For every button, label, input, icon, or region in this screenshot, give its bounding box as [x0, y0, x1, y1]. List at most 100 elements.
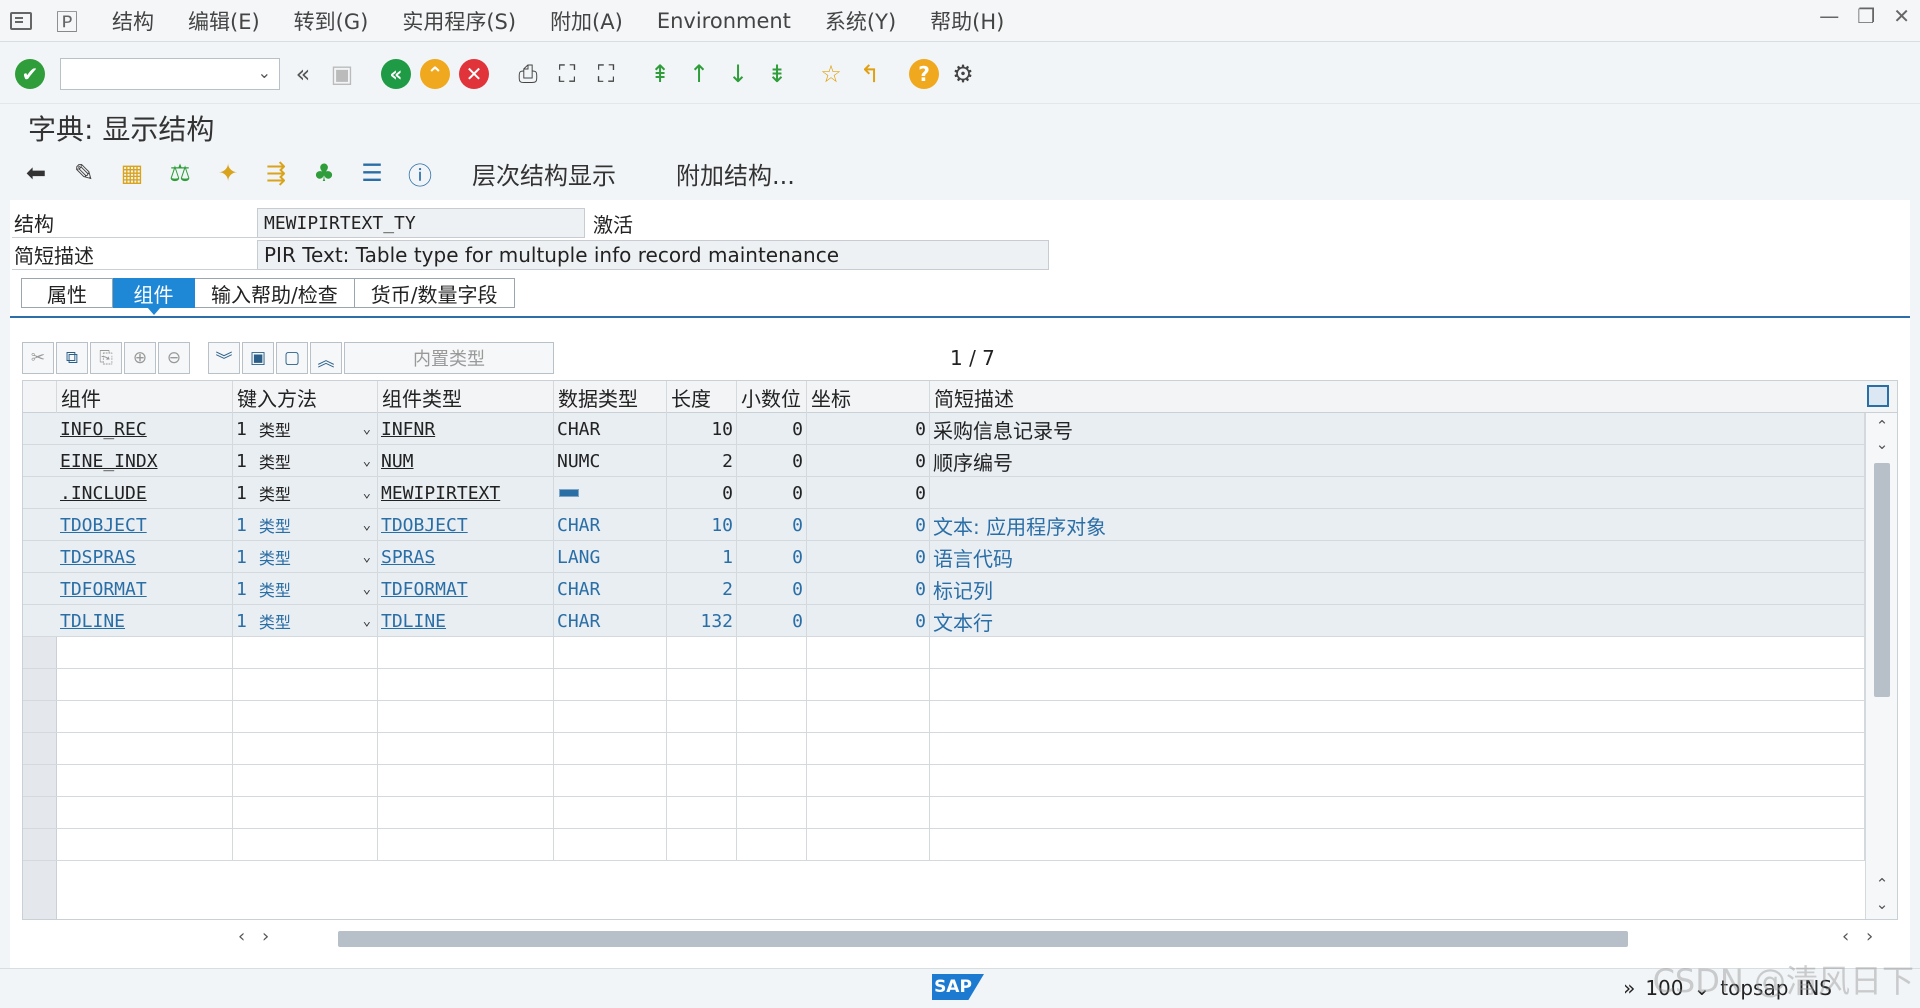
cell-typing-method[interactable]	[233, 637, 378, 669]
menu-extras[interactable]: 附加(A)	[550, 6, 623, 36]
cell-typing-method[interactable]: 1 类型 ⌄	[233, 541, 378, 573]
cell-component[interactable]: TDOBJECT	[57, 509, 233, 541]
cell-decimals[interactable]	[737, 701, 807, 733]
cell-component-type[interactable]	[378, 829, 554, 861]
header-typing-method[interactable]: 键入方法	[233, 381, 378, 413]
cell-typing-method[interactable]: 1 类型 ⌄	[233, 573, 378, 605]
cell-coordinate[interactable]	[807, 765, 930, 797]
cell-data-type[interactable]	[554, 829, 667, 861]
shortcut-icon[interactable]: ↰	[854, 58, 886, 90]
cell-length[interactable]: 0	[667, 477, 737, 509]
table-row[interactable]	[23, 669, 1865, 701]
cell-decimals[interactable]: 0	[737, 605, 807, 637]
cell-short-description[interactable]: 顺序编号	[930, 445, 1865, 477]
cell-short-description[interactable]: 语言代码	[930, 541, 1865, 573]
cell-short-description[interactable]	[930, 477, 1865, 509]
first-page-icon[interactable]: ⇞	[644, 58, 676, 90]
find-next-icon[interactable]: ⛶	[590, 58, 622, 90]
other-object-icon[interactable]: ▦	[116, 157, 148, 189]
scroll-left-icon[interactable]: ‹	[238, 926, 245, 947]
cell-component[interactable]	[57, 733, 233, 765]
cell-short-description[interactable]	[930, 637, 1865, 669]
header-decimals[interactable]: 小数位	[737, 381, 807, 413]
cell-short-description[interactable]: 文本: 应用程序对象	[930, 509, 1865, 541]
cell-data-type[interactable]: CHAR	[554, 573, 667, 605]
back-double-icon[interactable]: «	[287, 58, 319, 90]
help-icon[interactable]: ?	[908, 58, 940, 90]
chevron-down-icon[interactable]: ⌄	[258, 63, 271, 82]
cell-decimals[interactable]: 0	[737, 541, 807, 573]
chevron-down-icon[interactable]: ⌄	[363, 613, 371, 629]
cell-coordinate[interactable]	[807, 637, 930, 669]
table-row[interactable]: TDFORMAT 1 类型 ⌄ TDFORMAT CHAR 2 0 0 标记列	[23, 573, 1865, 605]
cell-data-type[interactable]	[554, 797, 667, 829]
cell-component[interactable]	[57, 797, 233, 829]
cell-typing-method[interactable]: 1 类型 ⌄	[233, 445, 378, 477]
table-row[interactable]	[23, 765, 1865, 797]
header-short-description[interactable]: 简短描述	[930, 381, 1865, 413]
tab-components[interactable]: 组件	[113, 278, 195, 315]
cell-coordinate[interactable]: 0	[807, 413, 930, 445]
cell-component-type[interactable]: SPRAS	[378, 541, 554, 573]
display-change-icon[interactable]: ✎	[68, 157, 100, 189]
cell-data-type[interactable]: CHAR	[554, 605, 667, 637]
cell-length[interactable]: 10	[667, 413, 737, 445]
cell-length[interactable]	[667, 797, 737, 829]
deselect-icon[interactable]: ▢	[276, 342, 308, 374]
chevron-down-icon[interactable]: ⌄	[363, 581, 371, 597]
cell-short-description[interactable]	[930, 797, 1865, 829]
cell-data-type[interactable]	[554, 637, 667, 669]
cell-typing-method[interactable]	[233, 733, 378, 765]
cell-data-type[interactable]: NUMC	[554, 445, 667, 477]
cell-data-type[interactable]	[554, 765, 667, 797]
table-row[interactable]: TDSPRAS 1 类型 ⌄ SPRAS LANG 1 0 0 语言代码	[23, 541, 1865, 573]
cell-data-type[interactable]	[554, 669, 667, 701]
cell-decimals[interactable]: 0	[737, 445, 807, 477]
cell-short-description[interactable]: 标记列	[930, 573, 1865, 605]
cell-length[interactable]	[667, 669, 737, 701]
desc-field[interactable]: PIR Text: Table type for multuple info r…	[257, 240, 1049, 270]
cell-length[interactable]: 1	[667, 541, 737, 573]
create-session-icon[interactable]: ☆	[815, 58, 847, 90]
pin-icon[interactable]: 🄿	[56, 5, 78, 37]
find-icon[interactable]: ⛶	[551, 58, 583, 90]
cell-length[interactable]	[667, 829, 737, 861]
scroll-down-icon[interactable]: ⌄	[1866, 435, 1897, 453]
cell-component[interactable]	[57, 637, 233, 669]
cell-component-type[interactable]	[378, 797, 554, 829]
cell-short-description[interactable]	[930, 829, 1865, 861]
save-icon[interactable]: ▣	[326, 58, 358, 90]
cell-coordinate[interactable]	[807, 669, 930, 701]
cell-component[interactable]: EINE_INDX	[57, 445, 233, 477]
cell-decimals[interactable]	[737, 669, 807, 701]
cell-component[interactable]: TDFORMAT	[57, 573, 233, 605]
table-row[interactable]	[23, 637, 1865, 669]
cell-component-type[interactable]: TDFORMAT	[378, 573, 554, 605]
enter-icon[interactable]: ✔	[14, 58, 46, 90]
cell-data-type[interactable]	[554, 477, 667, 509]
table-row[interactable]: .INCLUDE 1 类型 ⌄ MEWIPIRTEXT 0 0 0	[23, 477, 1865, 509]
cell-decimals[interactable]: 0	[737, 573, 807, 605]
header-length[interactable]: 长度	[667, 381, 737, 413]
restore-icon[interactable]: ❐	[1857, 4, 1875, 28]
cell-length[interactable]: 132	[667, 605, 737, 637]
table-row[interactable]	[23, 797, 1865, 829]
activate-icon[interactable]: ✦	[212, 157, 244, 189]
cell-short-description[interactable]	[930, 669, 1865, 701]
chevron-down-icon[interactable]: ⌄	[363, 453, 371, 469]
cell-component-type[interactable]: TDLINE	[378, 605, 554, 637]
exit-icon[interactable]: ⌃	[419, 58, 451, 90]
settings-icon[interactable]: ⚙	[947, 58, 979, 90]
cell-coordinate[interactable]: 0	[807, 541, 930, 573]
table-row[interactable]: TDLINE 1 类型 ⌄ TDLINE CHAR 132 0 0 文本行	[23, 605, 1865, 637]
cell-decimals[interactable]	[737, 637, 807, 669]
header-component[interactable]: 组件	[57, 381, 233, 413]
cell-component[interactable]: INFO_REC	[57, 413, 233, 445]
last-page-icon[interactable]: ⇟	[761, 58, 793, 90]
close-icon[interactable]: ✕	[1893, 4, 1910, 28]
delete-row-icon[interactable]: ⊖	[158, 342, 190, 374]
expand-icon[interactable]: ︾	[208, 342, 240, 374]
cell-length[interactable]	[667, 733, 737, 765]
table-row[interactable]: TDOBJECT 1 类型 ⌄ TDOBJECT CHAR 10 0 0 文本: 应用程序对象	[23, 509, 1865, 541]
cell-decimals[interactable]: 0	[737, 509, 807, 541]
